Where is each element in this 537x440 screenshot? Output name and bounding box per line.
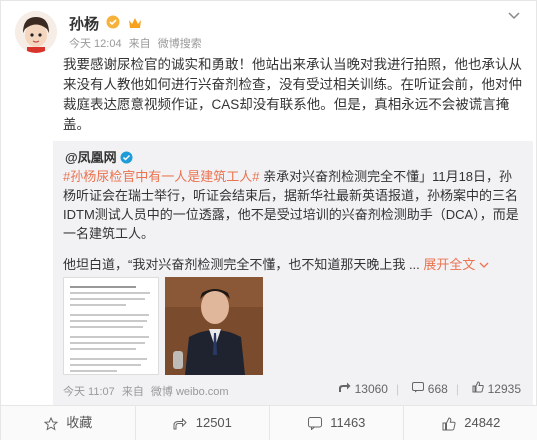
repost-time[interactable]: 今天 11:07 xyxy=(63,386,115,398)
post-header: 孙杨 xyxy=(69,13,142,34)
document-thumbnail[interactable] xyxy=(63,277,159,375)
share-icon xyxy=(339,382,351,392)
repost-source[interactable]: 微博 weibo.com xyxy=(151,386,229,398)
repost-like-button[interactable]: 12935 xyxy=(472,381,521,396)
verified-badge-icon xyxy=(106,15,120,34)
from-label: 来自 xyxy=(121,386,144,398)
chevron-down-icon xyxy=(479,262,489,268)
avatar[interactable] xyxy=(15,11,57,53)
topic-link[interactable]: #孙杨尿检官中有一人是建筑工人# xyxy=(63,169,259,184)
comment-icon xyxy=(412,382,425,393)
star-icon xyxy=(43,416,58,431)
repost-box: @凤凰网 #孙杨尿检官中有一人是建筑工人# 亲承对兴奋剂检测完全不懂」11月18… xyxy=(53,141,533,405)
from-label: 来自 xyxy=(128,38,151,50)
repost-stats: 13060 | 668 | 12935 xyxy=(328,381,521,396)
username[interactable]: 孙杨 xyxy=(69,16,99,33)
post-text: 我要感谢尿检官的诚实和勇敢！他站出来承认当晚对我进行拍照，他也承认从来没有人教他… xyxy=(63,57,522,132)
thumbs-up-icon xyxy=(442,417,456,431)
forward-button[interactable]: 12501 xyxy=(135,406,269,440)
weibo-post-card: 孙杨 今天 12:04 来自 微博搜索 我要感谢尿检官的诚实和勇敢！他站出来承认… xyxy=(0,0,537,440)
action-bar: 收藏 12501 11463 24842 xyxy=(1,405,537,440)
post-time[interactable]: 今天 12:04 xyxy=(69,38,122,50)
like-button[interactable]: 24842 xyxy=(403,406,537,440)
repost-text-continued: 他坦白道，“我对兴奋剂检测完全不懂，也不知道那天晚上我 ... 展开全文 xyxy=(63,254,525,273)
comment-button[interactable]: 11463 xyxy=(269,406,403,440)
repost-text: #孙杨尿检官中有一人是建筑工人# 亲承对兴奋剂检测完全不懂」11月18日，孙杨听… xyxy=(63,167,525,243)
repost-author[interactable]: @凤凰网 xyxy=(65,147,133,167)
post-meta: 今天 12:04 来自 微博搜索 xyxy=(69,35,206,51)
crown-icon xyxy=(128,16,142,34)
favorite-button[interactable]: 收藏 xyxy=(1,406,135,440)
repost-forward-button[interactable]: 13060 xyxy=(338,382,388,396)
verified-badge-icon xyxy=(120,151,133,167)
repost-comment-button[interactable]: 668 xyxy=(412,382,448,396)
chevron-down-icon[interactable] xyxy=(508,9,520,23)
expand-full-text-link[interactable]: 展开全文 xyxy=(423,257,489,272)
comment-icon xyxy=(307,417,322,431)
repost-meta: 今天 11:07 来自 微博 weibo.com xyxy=(63,383,233,399)
post-source[interactable]: 微博搜索 xyxy=(158,38,202,50)
photo-thumbnail[interactable] xyxy=(165,277,263,375)
share-icon xyxy=(173,417,187,430)
thumbs-up-icon xyxy=(472,381,485,393)
repost-snippet: 他坦白道，“我对兴奋剂检测完全不懂，也不知道那天晚上我 ... xyxy=(63,257,420,272)
